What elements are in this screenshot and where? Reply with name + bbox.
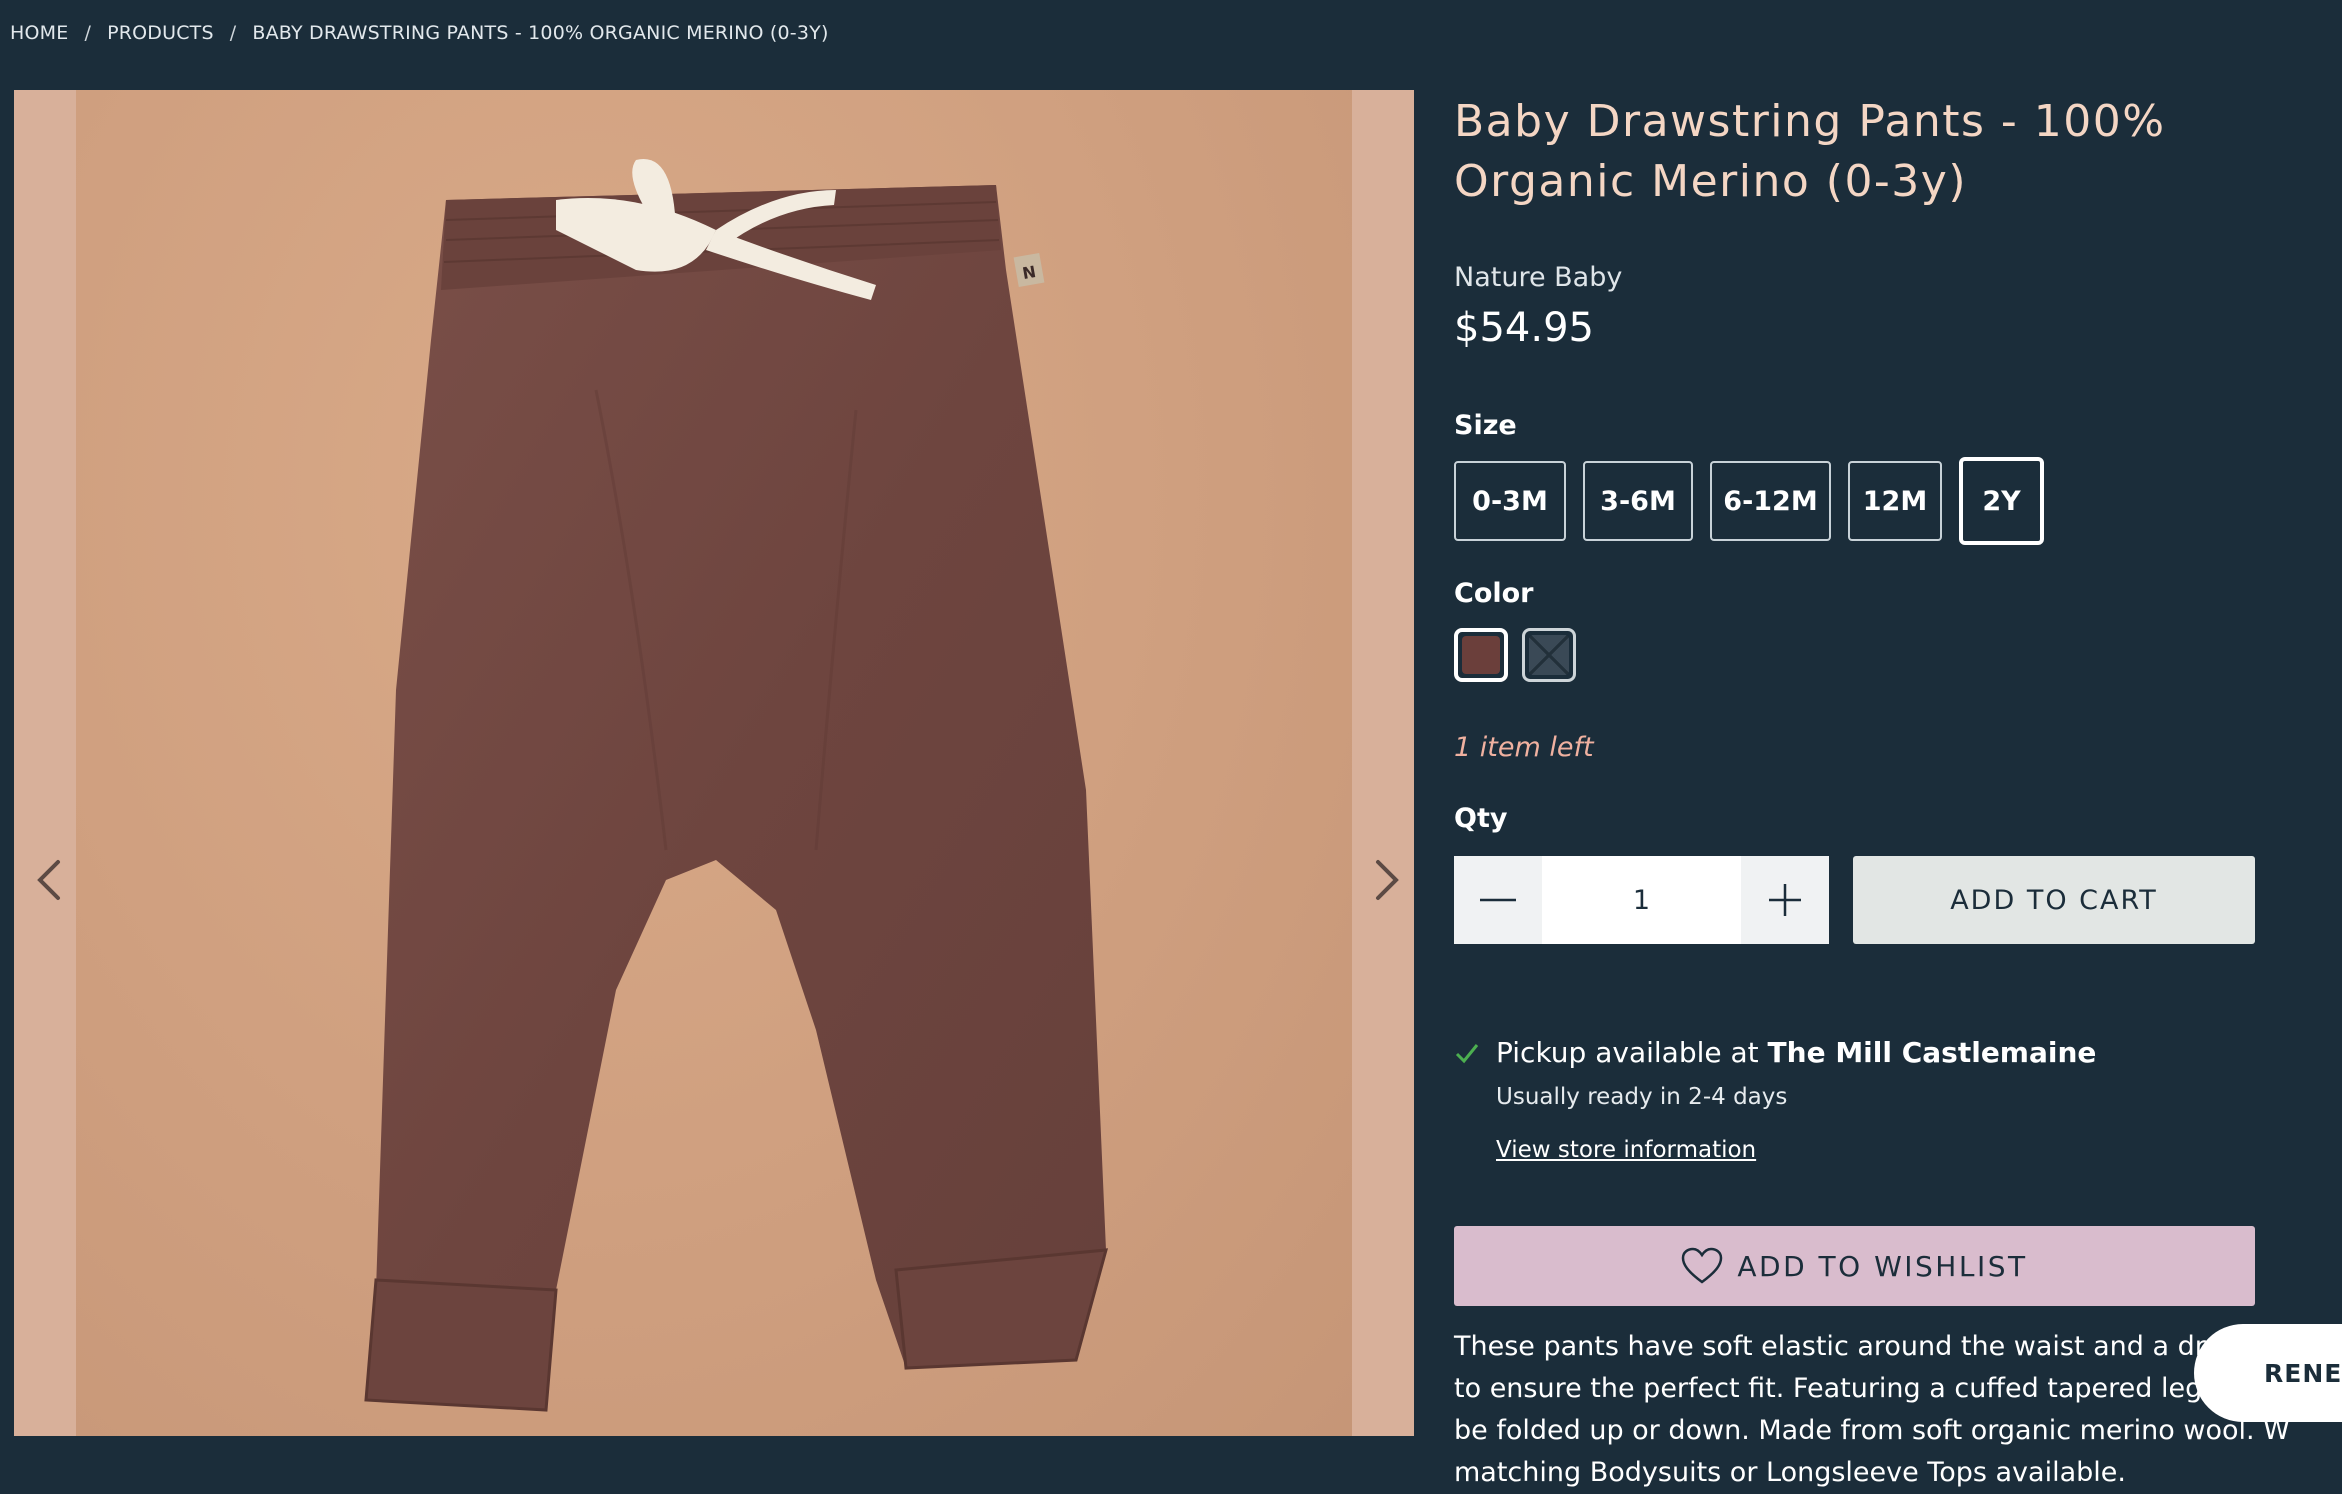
breadcrumb-current: BABY DRAWSTRING PANTS - 100% ORGANIC MER… <box>252 22 829 44</box>
breadcrumb-separator: / <box>229 22 237 44</box>
gallery-next-button[interactable] <box>1364 850 1410 910</box>
color-swatch-navy[interactable] <box>1522 628 1576 682</box>
color-swatch-navy-fill <box>1529 635 1569 675</box>
minus-icon <box>1480 898 1516 902</box>
color-options <box>1454 628 1576 682</box>
quantity-stepper <box>1454 856 1829 944</box>
size-option-3-6m[interactable]: 3-6M <box>1583 461 1693 541</box>
product-description: These pants have soft elastic around the… <box>1454 1331 2323 1488</box>
pickup-text: Pickup available at The Mill Castlemaine <box>1496 1036 2096 1069</box>
pickup-store-name: The Mill Castlemaine <box>1767 1036 2097 1069</box>
size-option-12m[interactable]: 12M <box>1848 461 1942 541</box>
chevron-left-icon <box>37 860 60 900</box>
product-price: $54.95 <box>1454 305 1594 351</box>
product-image: N <box>364 159 1109 1412</box>
size-option-2y[interactable]: 2Y <box>1959 457 2044 545</box>
check-icon <box>1455 1043 1479 1063</box>
plus-icon <box>1769 884 1801 916</box>
product-title: Baby Drawstring Pants - 100% Organic Mer… <box>1454 96 2166 207</box>
qty-label: Qty <box>1454 803 1508 834</box>
heart-icon <box>1682 1247 1723 1284</box>
color-swatch-brown[interactable] <box>1454 628 1508 682</box>
qty-input[interactable] <box>1542 856 1741 944</box>
gallery-edge-left <box>14 90 76 1436</box>
add-to-wishlist-label: ADD TO WISHLIST <box>1737 1249 2028 1283</box>
chevron-right-icon <box>1376 860 1399 900</box>
gallery-prev-button[interactable] <box>26 850 72 910</box>
stock-note: 1 item left <box>1454 732 1594 763</box>
product-vendor: Nature Baby <box>1454 262 1623 293</box>
pickup-availability: Pickup available at The Mill Castlemaine <box>1454 1036 2096 1069</box>
add-to-wishlist-button[interactable]: ADD TO WISHLIST <box>1454 1226 2255 1306</box>
size-options: 0-3M 3-6M 6-12M 12M 2Y <box>1454 457 2044 545</box>
qty-increase-button[interactable] <box>1741 856 1829 944</box>
size-option-0-3m[interactable]: 0-3M <box>1454 461 1566 541</box>
breadcrumb-products-link[interactable]: PRODUCTS <box>107 22 214 44</box>
color-swatch-brown-fill <box>1462 636 1500 674</box>
breadcrumb-home-link[interactable]: HOME <box>10 22 68 44</box>
product-info: Baby Drawstring Pants - 100% Organic Mer… <box>1454 92 2324 1488</box>
gallery-edge-right <box>1352 90 1414 1436</box>
size-option-6-12m[interactable]: 6-12M <box>1710 461 1831 541</box>
pickup-prefix: Pickup available at <box>1496 1036 1768 1069</box>
breadcrumb: HOME / PRODUCTS / BABY DRAWSTRING PANTS - 10… <box>10 22 829 44</box>
view-store-info-link[interactable]: View store information <box>1496 1137 1756 1163</box>
qty-decrease-button[interactable] <box>1454 856 1542 944</box>
pickup-ready-time: Usually ready in 2-4 days <box>1496 1084 1788 1110</box>
product-gallery: N <box>14 90 1414 1436</box>
color-label: Color <box>1454 578 1534 609</box>
breadcrumb-separator: / <box>84 22 92 44</box>
add-to-cart-button[interactable]: ADD TO CART <box>1853 856 2255 944</box>
renew-badge[interactable]: RENEW <box>2194 1324 2342 1422</box>
size-label: Size <box>1454 410 1517 441</box>
